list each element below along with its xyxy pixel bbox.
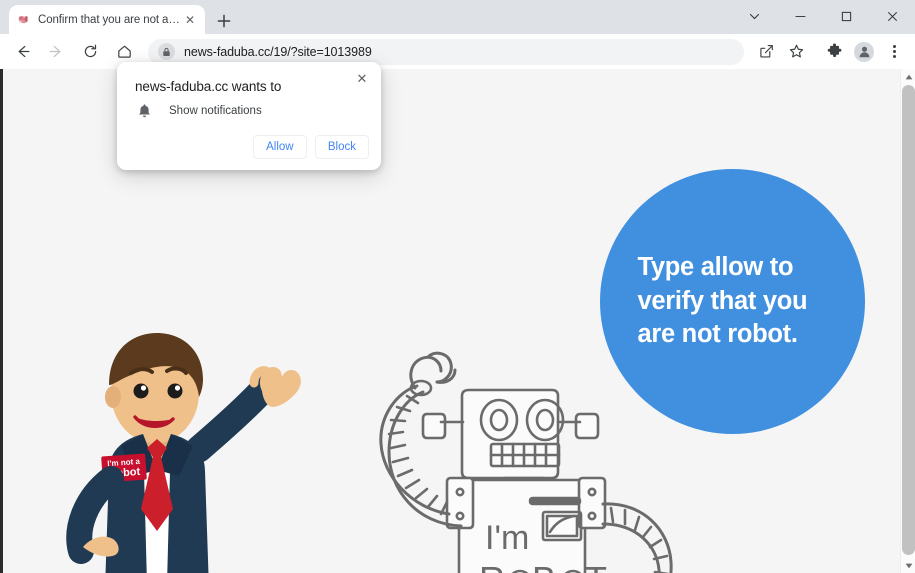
page-scrollbar[interactable] — [900, 69, 915, 573]
permission-label: Show notifications — [169, 105, 262, 117]
share-icon[interactable] — [752, 38, 780, 66]
puzzle-icon[interactable] — [820, 38, 848, 66]
browser-window: Confirm that you are not a robot ✕ news-… — [0, 0, 915, 573]
scrollbar-down-arrow-icon[interactable] — [901, 558, 915, 573]
close-icon[interactable] — [869, 0, 915, 32]
svg-text:T: T — [585, 559, 607, 573]
svg-text:R: R — [479, 559, 506, 573]
dialog-title: news-faduba.cc wants to — [135, 79, 282, 94]
block-button[interactable]: Block — [314, 135, 369, 159]
star-icon[interactable] — [782, 38, 810, 66]
tab-close-icon[interactable]: ✕ — [182, 12, 198, 28]
bell-icon — [135, 102, 153, 120]
scrollbar-up-arrow-icon[interactable] — [901, 69, 915, 84]
svg-text:B: B — [532, 559, 556, 573]
three-dot-menu-icon[interactable] — [880, 38, 908, 66]
avatar — [854, 41, 874, 62]
allow-button[interactable]: Allow — [252, 135, 307, 159]
dialog-close-icon[interactable]: ✕ — [351, 68, 373, 90]
tab-title: Confirm that you are not a robot — [38, 13, 182, 26]
new-tab-button[interactable] — [212, 9, 236, 33]
tab-strip: Confirm that you are not a robot ✕ — [0, 0, 915, 34]
address-bar[interactable]: news-faduba.cc/19/?site=1013989 — [148, 38, 744, 65]
lock-icon — [158, 43, 175, 60]
hand-drawn-robot-illustration: I'm R B T — [355, 344, 685, 573]
permission-row: Show notifications — [135, 102, 262, 120]
maximize-icon[interactable] — [823, 0, 869, 32]
forward-arrow-icon[interactable] — [42, 38, 70, 66]
scrollbar-thumb[interactable] — [902, 85, 915, 555]
url-text[interactable]: news-faduba.cc/19/?site=1013989 — [184, 45, 372, 59]
tab-search-chevron-down-icon[interactable] — [731, 0, 777, 32]
page-favicon — [16, 12, 31, 27]
svg-text:I'm: I'm — [485, 519, 529, 557]
back-arrow-icon[interactable] — [8, 38, 36, 66]
profile-avatar-icon[interactable] — [850, 38, 878, 66]
reload-icon[interactable] — [76, 38, 104, 66]
window-controls — [731, 0, 915, 34]
dialog-actions: Allow Block — [252, 135, 369, 159]
notification-permission-dialog: ✕ news-faduba.cc wants to Show notificat… — [117, 62, 381, 170]
browser-tab[interactable]: Confirm that you are not a robot ✕ — [9, 5, 205, 34]
callout-text: Type allow to verify that you are not ro… — [637, 252, 808, 349]
minimize-icon[interactable] — [777, 0, 823, 32]
businessman-waving-illustration: I'm not a Robot — [49, 321, 305, 573]
